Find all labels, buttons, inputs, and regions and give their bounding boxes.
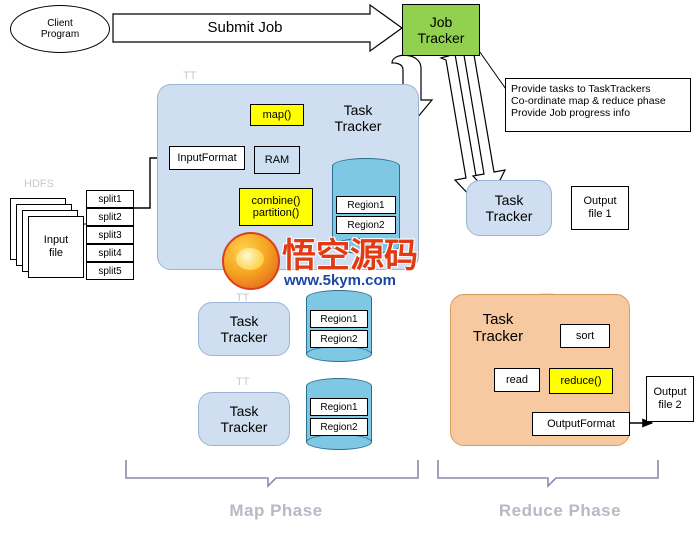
- map-function-box: map(): [250, 104, 304, 126]
- job-tracker-line2: Tracker: [417, 30, 465, 46]
- task-tracker-1-line2: Tracker: [485, 208, 533, 224]
- region-store-1-region-1: Region1: [310, 310, 368, 328]
- input-file-label-line2: file: [48, 247, 64, 259]
- task-tracker-3-line1: Task: [229, 403, 259, 419]
- task-tracker-node-3: Task Tracker: [198, 392, 290, 446]
- task-tracker-2-line2: Tracker: [220, 329, 268, 345]
- output-file-1-line1: Output: [583, 195, 617, 208]
- reduce-tasktracker-line1: Task: [482, 311, 514, 328]
- input-file-stack-1: Input file: [28, 216, 84, 278]
- output-file-1-line2: file 1: [588, 208, 612, 220]
- sort-box: sort: [560, 324, 610, 348]
- cylinder-bottom: [306, 434, 372, 450]
- reduce-phase-label: Reduce Phase: [498, 501, 622, 520]
- task-tracker-1-line1: Task: [494, 192, 524, 208]
- split-item-5: split5: [86, 262, 134, 280]
- task-tracker-3-line2: Tracker: [220, 419, 268, 435]
- job-tracker-callout: Provide tasks to TaskTrackers Co-ordinat…: [505, 78, 691, 132]
- faded-label-hdfs: HDFS: [24, 178, 54, 190]
- map-region-cylinder: Region1 Region2: [332, 158, 400, 254]
- faded-label-tt-3: TT: [236, 376, 250, 388]
- reduce-function-box: reduce(): [549, 368, 613, 394]
- read-box: read: [494, 368, 540, 392]
- combine-label: combine(): [251, 195, 301, 207]
- region-store-1-region-2: Region2: [310, 330, 368, 348]
- task-tracker-node-2: Task Tracker: [198, 302, 290, 356]
- map-tasktracker-line2: Tracker: [334, 118, 382, 134]
- diagram-canvas: Client Program Submit Job Job Tracker Pr…: [0, 0, 699, 534]
- map-region-1: Region1: [336, 196, 396, 214]
- input-file-label-line1: Input: [43, 233, 69, 246]
- client-program-node: Client Program: [10, 5, 110, 53]
- ram-box: RAM: [254, 146, 300, 174]
- task-tracker-node-1: Task Tracker: [466, 180, 552, 236]
- map-region-2: Region2: [336, 216, 396, 234]
- output-file-2-line1: Output: [653, 386, 687, 399]
- output-file-2-line2: file 2: [658, 399, 682, 411]
- task-tracker-2-line1: Task: [229, 313, 259, 329]
- client-program-line1: Client: [47, 18, 73, 29]
- cylinder-bottom: [306, 346, 372, 362]
- callout-line3: Provide Job progress info: [511, 107, 631, 120]
- region-store-2-region-2: Region2: [310, 418, 368, 436]
- map-tasktracker-title: Task Tracker: [322, 98, 394, 138]
- map-phase-label: Map Phase: [229, 501, 323, 520]
- partition-label: partition(): [252, 207, 300, 219]
- input-format-box: InputFormat: [169, 146, 245, 170]
- cylinder-bottom: [332, 238, 400, 254]
- callout-line2: Co-ordinate map & reduce phase: [511, 95, 666, 108]
- callout-line1: Provide tasks to TaskTrackers: [511, 83, 651, 95]
- region-store-1: Region1 Region2: [306, 290, 372, 362]
- job-tracker-line1: Job: [429, 14, 453, 30]
- reduce-tasktracker-line2: Tracker: [472, 328, 524, 345]
- region-store-2-region-1: Region1: [310, 398, 368, 416]
- client-program-line2: Program: [40, 29, 80, 40]
- output-file-2: Output file 2: [646, 376, 694, 422]
- split-item-2: split2: [86, 208, 134, 226]
- map-tasktracker-line1: Task: [343, 102, 373, 118]
- split-item-4: split4: [86, 244, 134, 262]
- job-tracker-node: Job Tracker: [402, 4, 480, 56]
- submit-job-label: Submit Job: [207, 18, 283, 36]
- output-format-box: OutputFormat: [532, 412, 630, 436]
- split-item-1: split1: [86, 190, 134, 208]
- combine-partition-box: combine() partition(): [239, 188, 313, 226]
- split-item-3: split3: [86, 226, 134, 244]
- reduce-tasktracker-title: Task Tracker: [458, 306, 538, 350]
- output-file-1: Output file 1: [571, 186, 629, 230]
- faded-label-tt-1: TT: [183, 70, 197, 82]
- region-store-2: Region1 Region2: [306, 378, 372, 450]
